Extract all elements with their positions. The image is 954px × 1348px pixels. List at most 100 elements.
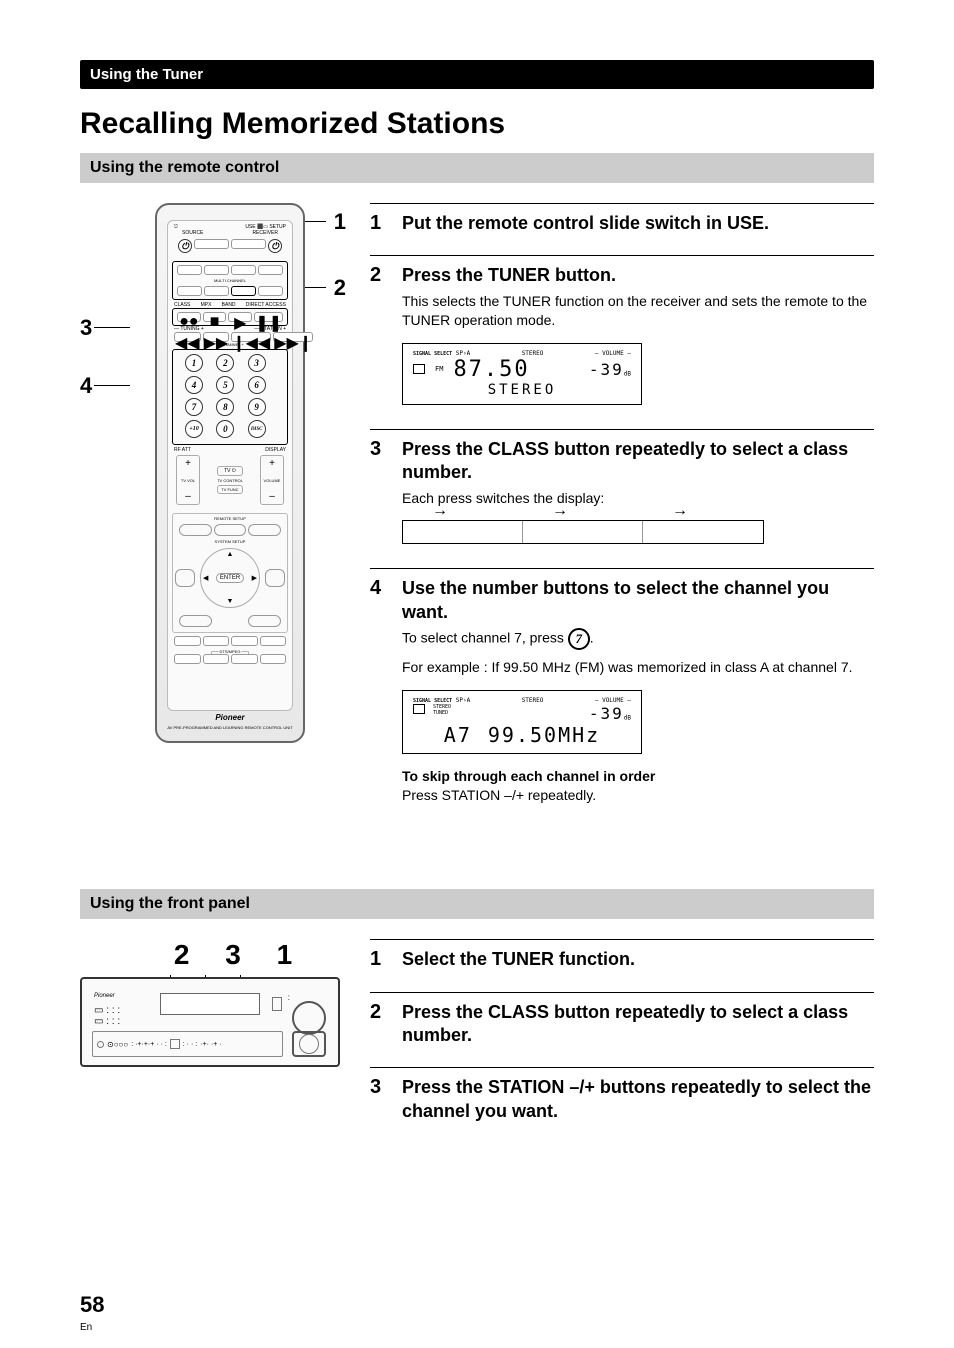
front-panel-callouts: 2 3 1 bbox=[80, 939, 340, 971]
step-1: 1 Put the remote control slide switch in… bbox=[370, 203, 874, 239]
stereo-direct-btn[interactable] bbox=[260, 636, 287, 646]
multi-channel-btn[interactable] bbox=[194, 239, 229, 249]
volume-group: + VOLUME – bbox=[260, 455, 284, 505]
lcd-display-2: SIGNAL SELECT SP›A STEREO — VOLUME — STE… bbox=[402, 690, 642, 754]
step-num-4: 4 bbox=[370, 577, 392, 813]
dpad[interactable]: ▲ ▼ ◀ ▶ ENTER bbox=[200, 548, 260, 608]
skip-title: To skip through each channel in order bbox=[402, 768, 874, 784]
vol-up[interactable]: + bbox=[269, 458, 275, 469]
fp-step-2: 2 Press the CLASS button repeatedly to s… bbox=[370, 992, 874, 1052]
step-num-1: 1 bbox=[370, 212, 392, 239]
num-0-btn[interactable]: 0 bbox=[216, 420, 234, 438]
subs-btn[interactable] bbox=[248, 615, 281, 627]
receiver-button-row: ⊙○○○ : ·+·+·+ · · : : · · : ·+· ·+ · bbox=[92, 1031, 283, 1057]
step-title-2: Press the TUNER button. bbox=[402, 264, 874, 287]
label-volume: VOLUME bbox=[264, 478, 281, 483]
section-heading-front: Using the front panel bbox=[80, 889, 874, 919]
fp-step-title-2: Press the CLASS button repeatedly to sel… bbox=[402, 1001, 874, 1048]
disc-btn[interactable]: DISC bbox=[248, 420, 266, 438]
vcr2-btn[interactable] bbox=[258, 265, 283, 275]
function-btn[interactable] bbox=[265, 569, 285, 587]
step-4: 4 Use the number buttons to select the c… bbox=[370, 568, 874, 813]
num-2-btn[interactable]: 2 bbox=[216, 354, 234, 372]
cd-btn[interactable] bbox=[177, 286, 202, 296]
inline-num7-icon: 7 bbox=[568, 628, 590, 650]
remote-illustration: 1 2 3 4 ⎋ USE ⬛▭ SETUP bbox=[80, 203, 340, 748]
tuner-btn[interactable] bbox=[231, 286, 256, 296]
page-number: 58 bbox=[80, 1292, 104, 1318]
light-btn[interactable] bbox=[174, 654, 201, 664]
dpad-left[interactable]: ◀ bbox=[203, 574, 208, 582]
num-6-btn[interactable]: 6 bbox=[248, 376, 266, 394]
step-title-3: Press the CLASS button repeatedly to sel… bbox=[402, 438, 874, 485]
step-num-2: 2 bbox=[370, 264, 392, 413]
step-text-4a: To select channel 7, press 7. bbox=[402, 628, 874, 650]
station-next-btn[interactable]: ▶▶❙ bbox=[273, 332, 313, 342]
tuning-down-btn[interactable]: ◀◀ bbox=[174, 332, 201, 342]
enter-btn[interactable]: ENTER bbox=[216, 573, 244, 583]
page-lang: En bbox=[80, 1322, 92, 1333]
fp-step-1: 1 Select the TUNER function. bbox=[370, 939, 874, 975]
tv-power-btn[interactable]: TV ⏻ bbox=[217, 466, 243, 476]
tv-vol-group: +TV VOL– bbox=[176, 455, 200, 505]
dsp-btn[interactable] bbox=[231, 636, 258, 646]
brand-label: Pioneer AV PRE-PROGRAMMED AND LEARNING R… bbox=[157, 713, 303, 731]
thx-btn[interactable] bbox=[203, 654, 230, 664]
fp-step-3: 3 Press the STATION –/+ buttons repeated… bbox=[370, 1067, 874, 1127]
chapter-heading: Using the Tuner bbox=[80, 60, 874, 89]
dpad-up[interactable]: ▲ bbox=[227, 551, 234, 558]
fp-step-title-1: Select the TUNER function. bbox=[402, 948, 874, 971]
step-title-4: Use the number buttons to select the cha… bbox=[402, 577, 874, 624]
num-1-btn[interactable]: 1 bbox=[185, 354, 203, 372]
tv-func-btn[interactable]: TV FUNC bbox=[217, 485, 243, 494]
cdr-btn[interactable] bbox=[258, 286, 283, 296]
tv-vol-up[interactable]: + bbox=[185, 458, 191, 469]
tv-vol-down[interactable]: – bbox=[185, 491, 191, 502]
num-4-btn[interactable]: 4 bbox=[185, 376, 203, 394]
input-select-btn[interactable] bbox=[179, 524, 212, 536]
menu-btn[interactable] bbox=[214, 524, 247, 536]
power-source-btn[interactable]: ⏻ bbox=[178, 239, 192, 253]
section-heading-remote: Using the remote control bbox=[80, 153, 874, 183]
advance-btn[interactable] bbox=[231, 654, 258, 664]
step-2: 2 Press the TUNER button. This selects t… bbox=[370, 255, 874, 413]
midnight-btn[interactable] bbox=[174, 636, 201, 646]
fp-step-title-3: Press the STATION –/+ buttons repeatedly… bbox=[402, 1076, 874, 1123]
step-text-4b: For example : If 99.50 MHz (FM) was memo… bbox=[402, 658, 874, 678]
direct-access-btn[interactable]: ❚❚ bbox=[254, 312, 283, 322]
dvd-btn[interactable] bbox=[177, 265, 202, 275]
multijog-btn[interactable] bbox=[203, 636, 230, 646]
num-plus10-btn[interactable]: +10 bbox=[185, 420, 203, 438]
callout-4: 4 bbox=[80, 373, 92, 399]
system-off-btn[interactable] bbox=[231, 239, 266, 249]
mpx-btn[interactable]: ■ bbox=[203, 312, 227, 322]
signal-sel-btn[interactable] bbox=[179, 615, 212, 627]
tvsat-btn[interactable] bbox=[204, 265, 229, 275]
source-buttons-group: MULTI CHANNEL bbox=[172, 261, 288, 300]
dpad-down[interactable]: ▼ bbox=[227, 598, 234, 605]
step-text-2: This selects the TUNER function on the r… bbox=[402, 292, 874, 331]
mute-btn[interactable] bbox=[248, 524, 281, 536]
num-8-btn[interactable]: 8 bbox=[216, 398, 234, 416]
dpad-right[interactable]: ▶ bbox=[252, 574, 257, 582]
class-cycle-diagram: → → → bbox=[402, 516, 764, 552]
band-btn[interactable]: ▶ bbox=[228, 312, 252, 322]
num-3-btn[interactable]: 3 bbox=[248, 354, 266, 372]
label-class: CLASS bbox=[174, 302, 190, 308]
num-7-btn[interactable]: 7 bbox=[185, 398, 203, 416]
standard-btn[interactable] bbox=[260, 654, 287, 664]
station-prev-btn[interactable]: ❙◀◀ bbox=[231, 332, 271, 342]
tuning-up-btn[interactable]: ▶▶ bbox=[203, 332, 230, 342]
num-9-btn[interactable]: 9 bbox=[248, 398, 266, 416]
lcd-display-1: SIGNAL SELECT SP›A STEREO — VOLUME — FM … bbox=[402, 343, 642, 405]
receiver-jog[interactable] bbox=[292, 1031, 326, 1057]
num-5-btn[interactable]: 5 bbox=[216, 376, 234, 394]
class-btn[interactable]: ●● bbox=[177, 312, 201, 322]
power-receiver-btn[interactable]: ⏻ bbox=[268, 239, 282, 253]
tape-btn[interactable] bbox=[204, 286, 229, 296]
fp-step-num-1: 1 bbox=[370, 948, 392, 975]
multi-ch-btn[interactable] bbox=[175, 569, 195, 587]
receiver-knob[interactable] bbox=[292, 1001, 326, 1035]
vol-down[interactable]: – bbox=[269, 491, 275, 502]
vcr1-btn[interactable] bbox=[231, 265, 256, 275]
